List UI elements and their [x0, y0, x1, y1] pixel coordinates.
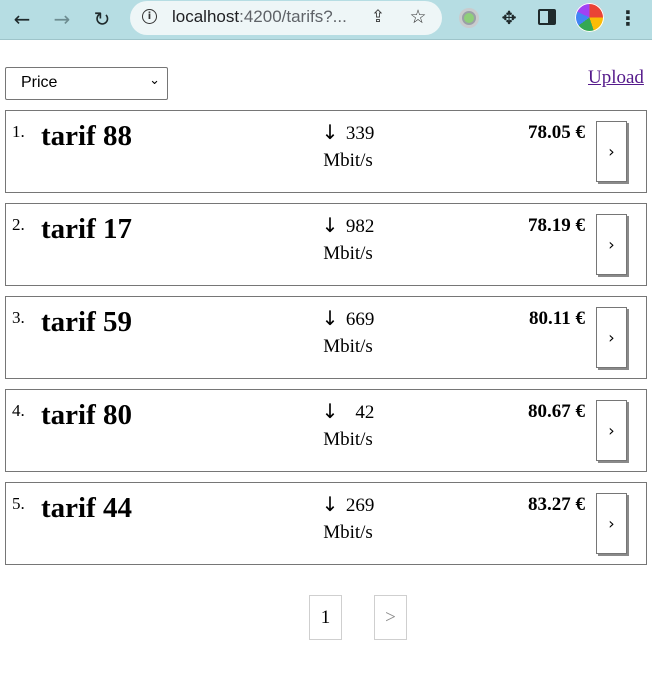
tariff-details-button[interactable]: ›	[596, 214, 627, 275]
tariff-price: 83.27 €	[528, 494, 585, 515]
tariff-price: 78.05 €	[528, 122, 585, 143]
profile-avatar[interactable]	[575, 3, 604, 32]
tariff-speed-value: 982	[345, 216, 375, 237]
kebab-menu-icon[interactable]: ⋮	[618, 5, 638, 31]
tariff-price: 80.11 €	[529, 308, 585, 329]
address-bar[interactable]: i localhost:4200/tarifs?... ⇪ ☆	[130, 1, 442, 35]
tariff-card: 4. tarif 80 ↓ 42 Mbit/s 80.67 € ›	[5, 389, 647, 472]
url-path: :4200/tarifs?...	[239, 7, 347, 26]
page-1-button[interactable]: 1	[309, 595, 342, 640]
browser-toolbar: ← → ↻ i localhost:4200/tarifs?... ⇪ ☆ ✥ …	[0, 0, 652, 40]
tariff-speed: ↓ 982 Mbit/s	[313, 212, 383, 267]
tariff-details-button[interactable]: ›	[596, 493, 627, 554]
download-arrow-icon: ↓	[321, 399, 339, 423]
tariff-speed-value: 669	[345, 309, 375, 330]
tariff-details-button[interactable]: ›	[596, 400, 627, 461]
tariff-speed: ↓ 269 Mbit/s	[313, 491, 383, 546]
download-arrow-icon: ↓	[321, 492, 339, 516]
tariff-card: 3. tarif 59 ↓ 669 Mbit/s 80.11 € ›	[5, 296, 647, 379]
puzzle-icon[interactable]: ✥	[497, 6, 521, 30]
url-host: localhost	[172, 7, 240, 26]
tariff-price: 78.19 €	[528, 215, 585, 236]
tariff-details-button[interactable]: ›	[596, 307, 627, 368]
tariff-card: 2. tarif 17 ↓ 982 Mbit/s 78.19 € ›	[5, 203, 647, 286]
tariff-card: 5. tarif 44 ↓ 269 Mbit/s 83.27 € ›	[5, 482, 647, 565]
tariff-speed-unit: Mbit/s	[323, 150, 373, 171]
tariff-speed-unit: Mbit/s	[323, 336, 373, 357]
url-text[interactable]: localhost:4200/tarifs?...	[172, 7, 347, 27]
tariff-price: 80.67 €	[528, 401, 585, 422]
next-page-button[interactable]: >	[374, 595, 407, 640]
reload-icon[interactable]: ↻	[88, 5, 116, 33]
sort-select-value: Price	[21, 74, 58, 91]
tariff-card: 1. tarif 88 ↓ 339 Mbit/s 78.05 € ›	[5, 110, 647, 193]
tariff-name: tarif 59	[41, 306, 132, 338]
tariff-index: 3.	[12, 308, 25, 327]
chevron-down-icon: ⌄	[149, 73, 160, 88]
tariff-name: tarif 17	[41, 213, 132, 245]
share-icon[interactable]: ⇪	[366, 5, 390, 29]
tariff-speed: ↓ 339 Mbit/s	[313, 119, 383, 174]
tariff-index: 5.	[12, 494, 25, 513]
tariff-name: tarif 88	[41, 120, 132, 152]
download-arrow-icon: ↓	[321, 306, 339, 330]
tariff-speed-unit: Mbit/s	[323, 243, 373, 264]
extension-icon[interactable]	[459, 8, 479, 28]
back-icon[interactable]: ←	[8, 5, 36, 33]
tariff-index: 1.	[12, 122, 25, 141]
tariff-speed-value: 339	[345, 123, 375, 144]
tariff-speed-unit: Mbit/s	[323, 429, 373, 450]
tariff-speed: ↓ 42 Mbit/s	[313, 398, 383, 453]
upload-link[interactable]: Upload	[588, 67, 644, 89]
bookmark-star-icon[interactable]: ☆	[406, 5, 430, 29]
tariff-speed-unit: Mbit/s	[323, 522, 373, 543]
tariff-name: tarif 80	[41, 399, 132, 431]
forward-icon[interactable]: →	[48, 5, 76, 33]
sort-select[interactable]: Price ⌄	[5, 67, 168, 100]
tariff-name: tarif 44	[41, 492, 132, 524]
download-arrow-icon: ↓	[321, 213, 339, 237]
side-panel-icon[interactable]	[538, 9, 556, 25]
tariff-speed-value: 42	[355, 402, 375, 423]
tariff-speed-value: 269	[345, 495, 375, 516]
tariff-index: 4.	[12, 401, 25, 420]
site-info-icon[interactable]: i	[142, 9, 157, 24]
download-arrow-icon: ↓	[321, 120, 339, 144]
tariff-index: 2.	[12, 215, 25, 234]
tariff-details-button[interactable]: ›	[596, 121, 627, 182]
tariff-speed: ↓ 669 Mbit/s	[313, 305, 383, 360]
